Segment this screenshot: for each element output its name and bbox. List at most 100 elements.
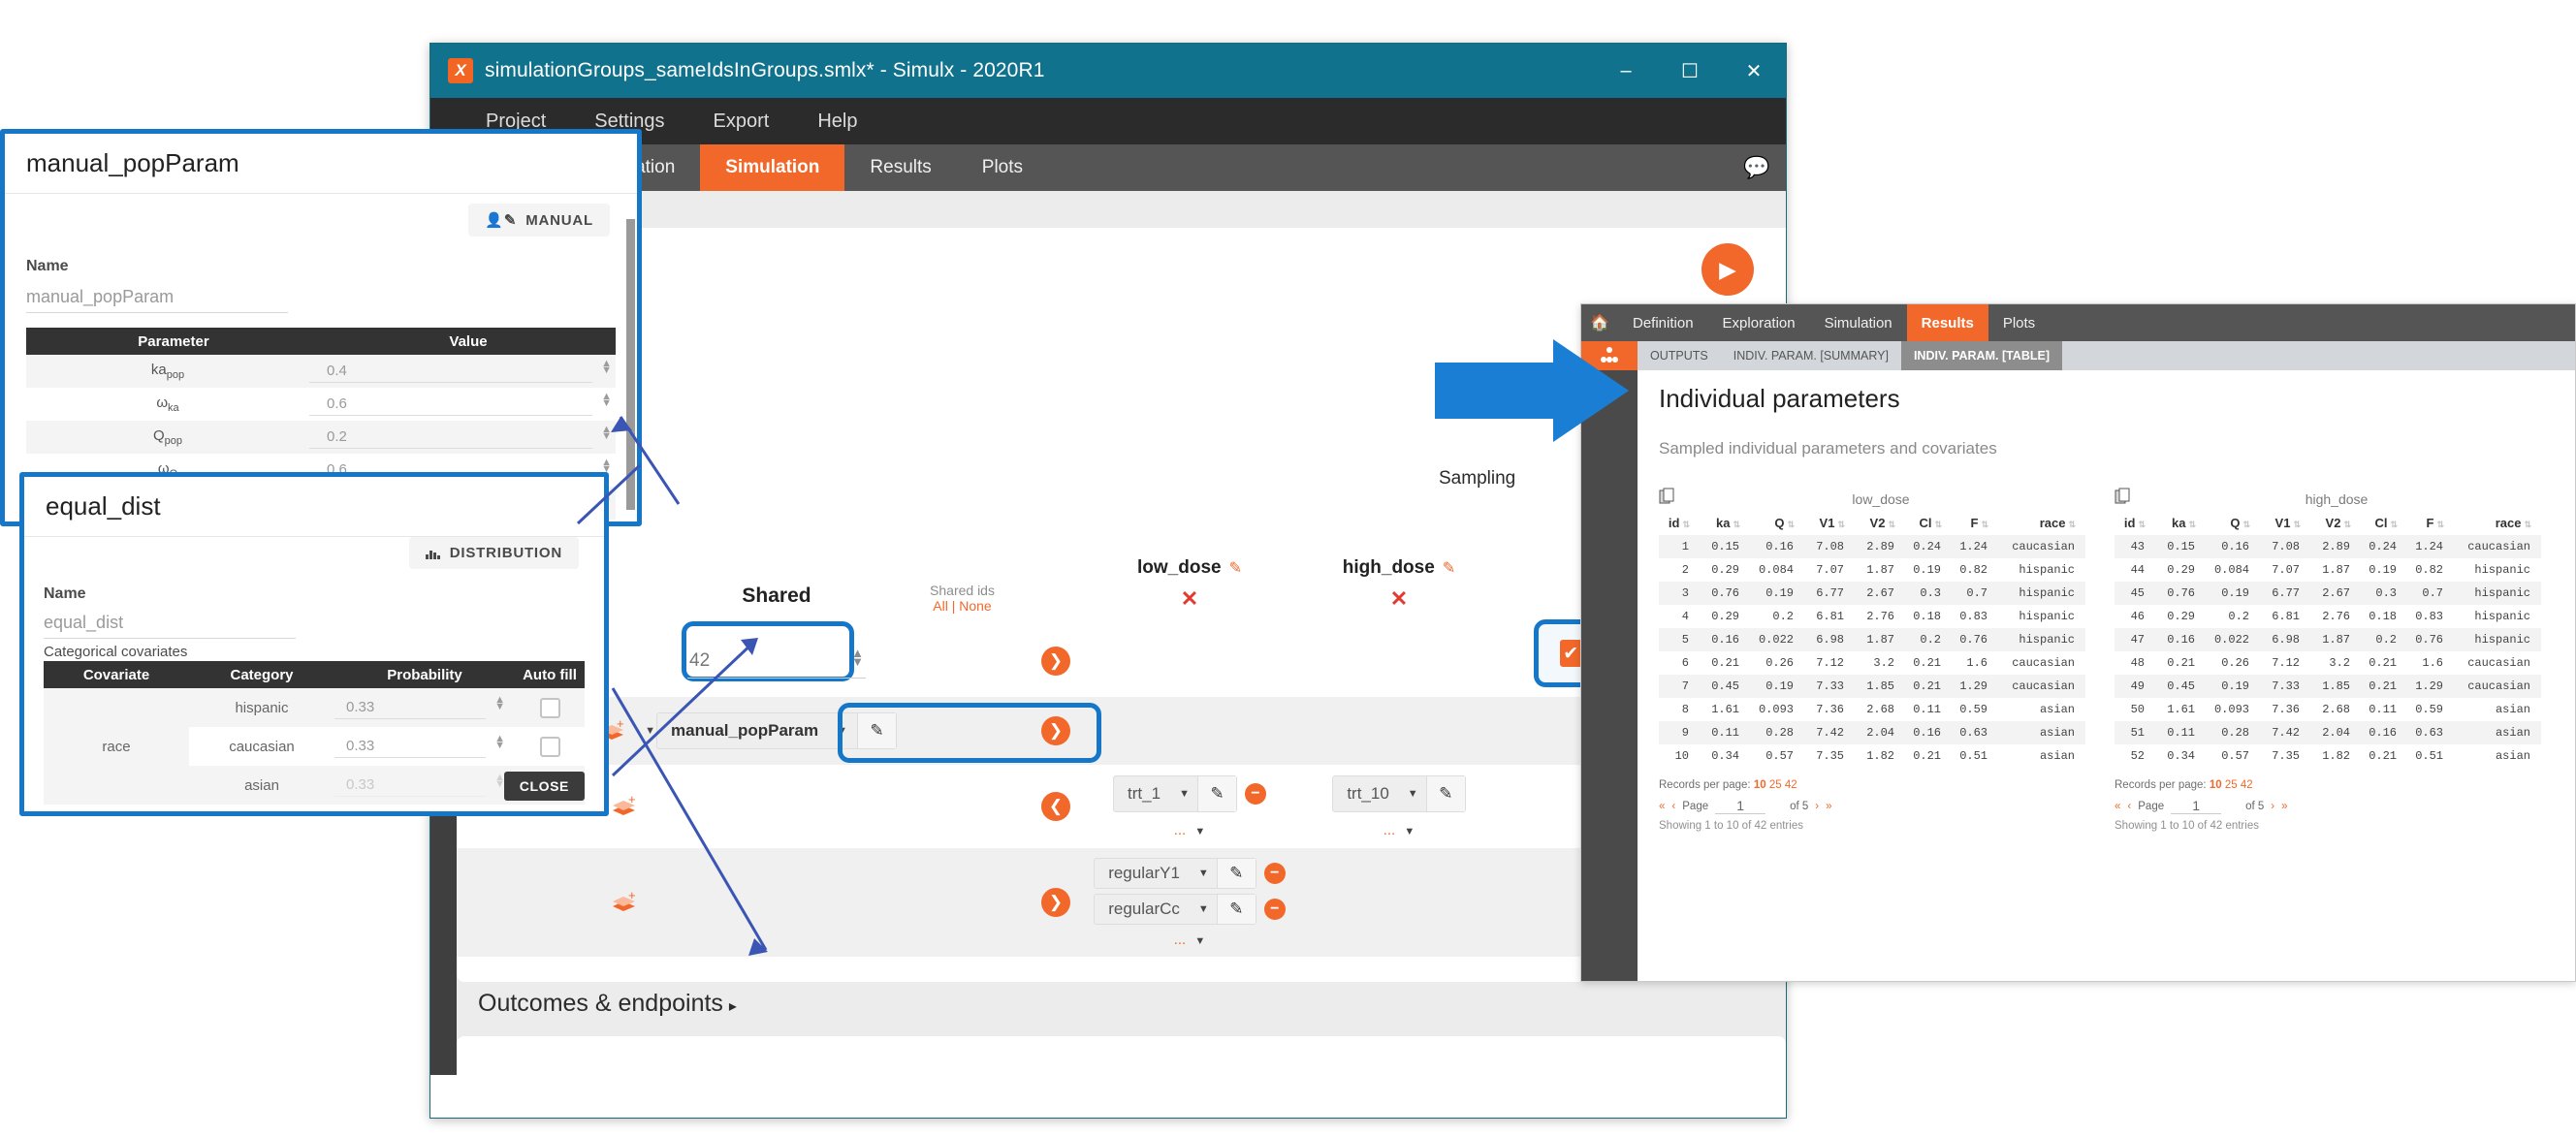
page-first-button[interactable]: « xyxy=(2115,801,2120,812)
chevron-down-icon[interactable]: ▼ xyxy=(1194,826,1205,837)
remove-treatment-button-low[interactable]: − xyxy=(1245,783,1266,805)
add-stack-icon[interactable]: + xyxy=(611,795,640,818)
shared-size-field[interactable]: ▲▼ xyxy=(687,645,866,679)
col-v1[interactable]: V1⇅ xyxy=(1800,516,1851,530)
subtab-outputs[interactable]: OUTPUTS xyxy=(1638,341,1721,370)
col-id[interactable]: id⇅ xyxy=(2115,516,2151,530)
add-stack-icon[interactable]: + xyxy=(611,891,640,914)
treatment-pill-high[interactable]: trt_10 ▼ ✎ xyxy=(1332,775,1465,812)
spinner-icon[interactable]: ▲▼ xyxy=(601,361,612,374)
edit-icon[interactable]: ✎ xyxy=(1229,558,1242,578)
col-f[interactable]: F⇅ xyxy=(1948,516,1994,530)
page-next-button[interactable]: › xyxy=(1815,801,1819,812)
col-race[interactable]: race⇅ xyxy=(2450,516,2537,530)
chevron-down-icon[interactable]: ▼ xyxy=(1404,826,1415,837)
remove-output-button-cc[interactable]: − xyxy=(1264,899,1286,920)
records-option-42[interactable]: 42 xyxy=(2241,779,2253,791)
results-tab-definition[interactable]: Definition xyxy=(1618,304,1708,341)
page-last-button[interactable]: » xyxy=(1826,801,1831,812)
output-more-low[interactable]: ... ▼ xyxy=(1174,932,1206,948)
group-delete-mark-low-dose[interactable]: ✕ xyxy=(1181,586,1198,612)
outcomes-endpoints-title[interactable]: Outcomes & endpoints▸ xyxy=(478,990,737,1018)
shared-ids-none-link[interactable]: None xyxy=(959,598,991,614)
results-tab-plots[interactable]: Plots xyxy=(1988,304,2050,341)
chevron-down-icon[interactable]: ▼ xyxy=(1198,868,1209,879)
manual-param-value-1[interactable]: 0.6 xyxy=(309,393,592,416)
chevron-down-icon[interactable]: ▼ xyxy=(645,725,655,737)
records-option-25[interactable]: 25 xyxy=(1769,779,1782,791)
col-ka[interactable]: ka⇅ xyxy=(1696,516,1746,530)
page-first-button[interactable]: « xyxy=(1659,801,1665,812)
results-tab-exploration[interactable]: Exploration xyxy=(1708,304,1810,341)
manual-param-value-0[interactable]: 0.4 xyxy=(309,360,592,383)
treatment-more-high[interactable]: ... ▼ xyxy=(1383,822,1415,838)
output-pill-cc[interactable]: regularCc ▼ ✎ xyxy=(1094,894,1256,925)
row-expand-arrow-outputs[interactable]: ❯ xyxy=(1041,888,1070,917)
autofill-checkbox-0[interactable] xyxy=(540,698,560,718)
col-cl[interactable]: Cl⇅ xyxy=(2357,516,2403,530)
minimize-button[interactable]: – xyxy=(1594,44,1658,98)
spinner-icon[interactable]: ▲▼ xyxy=(601,394,612,407)
col-cl[interactable]: Cl⇅ xyxy=(1901,516,1948,530)
col-q[interactable]: Q⇅ xyxy=(2202,516,2256,530)
autofill-checkbox-1[interactable] xyxy=(540,737,560,757)
col-race[interactable]: race⇅ xyxy=(1994,516,2082,530)
col-id[interactable]: id⇅ xyxy=(1659,516,1696,530)
results-tab-results[interactable]: Results xyxy=(1907,304,1988,341)
page-input-high[interactable]: 1 xyxy=(2171,798,2221,814)
close-button[interactable]: ✕ xyxy=(1722,44,1786,98)
menu-export[interactable]: Export xyxy=(689,98,794,144)
col-f[interactable]: F⇅ xyxy=(2403,516,2450,530)
spinner-icon[interactable]: ▲▼ xyxy=(601,426,612,440)
records-option-10[interactable]: 10 xyxy=(2210,779,2222,791)
remove-output-button-y1[interactable]: − xyxy=(1264,863,1286,884)
spinner-icon[interactable]: ▲▼ xyxy=(494,736,505,749)
edit-icon[interactable]: ✎ xyxy=(1443,558,1455,578)
chevron-down-icon[interactable]: ▼ xyxy=(1194,935,1205,947)
spinner-icon[interactable]: ▲▼ xyxy=(851,648,864,666)
edit-icon[interactable]: ✎ xyxy=(1217,859,1256,888)
page-last-button[interactable]: » xyxy=(2281,801,2287,812)
treatment-more-low[interactable]: ... ▼ xyxy=(1174,822,1206,838)
distribution-mode-button[interactable]: DISTRIBUTION xyxy=(409,537,579,569)
manual-mode-button[interactable]: 👤✎ MANUAL xyxy=(468,204,610,237)
output-pill-y1[interactable]: regularY1 ▼ ✎ xyxy=(1094,858,1256,889)
col-v1[interactable]: V1⇅ xyxy=(2256,516,2306,530)
records-option-25[interactable]: 25 xyxy=(2225,779,2238,791)
records-option-10[interactable]: 10 xyxy=(1754,779,1766,791)
manual-name-input[interactable]: manual_popParam xyxy=(26,287,288,313)
home-icon[interactable]: 🏠 xyxy=(1581,304,1618,341)
equal-name-input[interactable]: equal_dist xyxy=(44,613,296,639)
col-ka[interactable]: ka⇅ xyxy=(2151,516,2202,530)
copy-icon[interactable] xyxy=(1659,488,1676,510)
run-button[interactable]: ▶ xyxy=(1701,243,1754,296)
shared-ids-all-link[interactable]: All xyxy=(933,598,948,614)
edit-icon[interactable]: ✎ xyxy=(1426,776,1465,811)
equal-close-button[interactable]: CLOSE xyxy=(504,772,585,801)
treatment-pill-low[interactable]: trt_1 ▼ ✎ xyxy=(1113,775,1237,812)
equal-probability-0[interactable]: 0.33 xyxy=(334,696,486,719)
subtab-indiv-param-table[interactable]: INDIV. PARAM. [TABLE] xyxy=(1901,341,2062,370)
col-v2[interactable]: V2⇅ xyxy=(1851,516,1901,530)
chevron-down-icon[interactable]: ▼ xyxy=(1179,788,1190,800)
records-option-42[interactable]: 42 xyxy=(1785,779,1797,791)
equal-probability-1[interactable]: 0.33 xyxy=(334,735,486,758)
tab-plots[interactable]: Plots xyxy=(957,144,1048,191)
manual-param-value-2[interactable]: 0.2 xyxy=(309,426,592,449)
chevron-down-icon[interactable]: ▼ xyxy=(1198,903,1209,915)
menu-help[interactable]: Help xyxy=(793,98,881,144)
page-input-low[interactable]: 1 xyxy=(1715,798,1765,814)
edit-icon[interactable]: ✎ xyxy=(1197,776,1236,811)
maximize-button[interactable]: ☐ xyxy=(1658,44,1722,98)
chevron-down-icon[interactable]: ▼ xyxy=(1408,788,1418,800)
spinner-icon[interactable]: ▲▼ xyxy=(494,697,505,711)
subtab-indiv-param-summary[interactable]: INDIV. PARAM. [SUMMARY] xyxy=(1721,341,1901,370)
page-next-button[interactable]: › xyxy=(2271,801,2274,812)
row-expand-arrow-size[interactable]: ❯ xyxy=(1041,647,1070,676)
copy-icon[interactable] xyxy=(2115,488,2132,510)
page-prev-button[interactable]: ‹ xyxy=(2127,801,2131,812)
chat-icon[interactable]: 💬 xyxy=(1728,144,1786,191)
col-q[interactable]: Q⇅ xyxy=(1746,516,1800,530)
results-tab-simulation[interactable]: Simulation xyxy=(1810,304,1907,341)
tab-results[interactable]: Results xyxy=(844,144,956,191)
